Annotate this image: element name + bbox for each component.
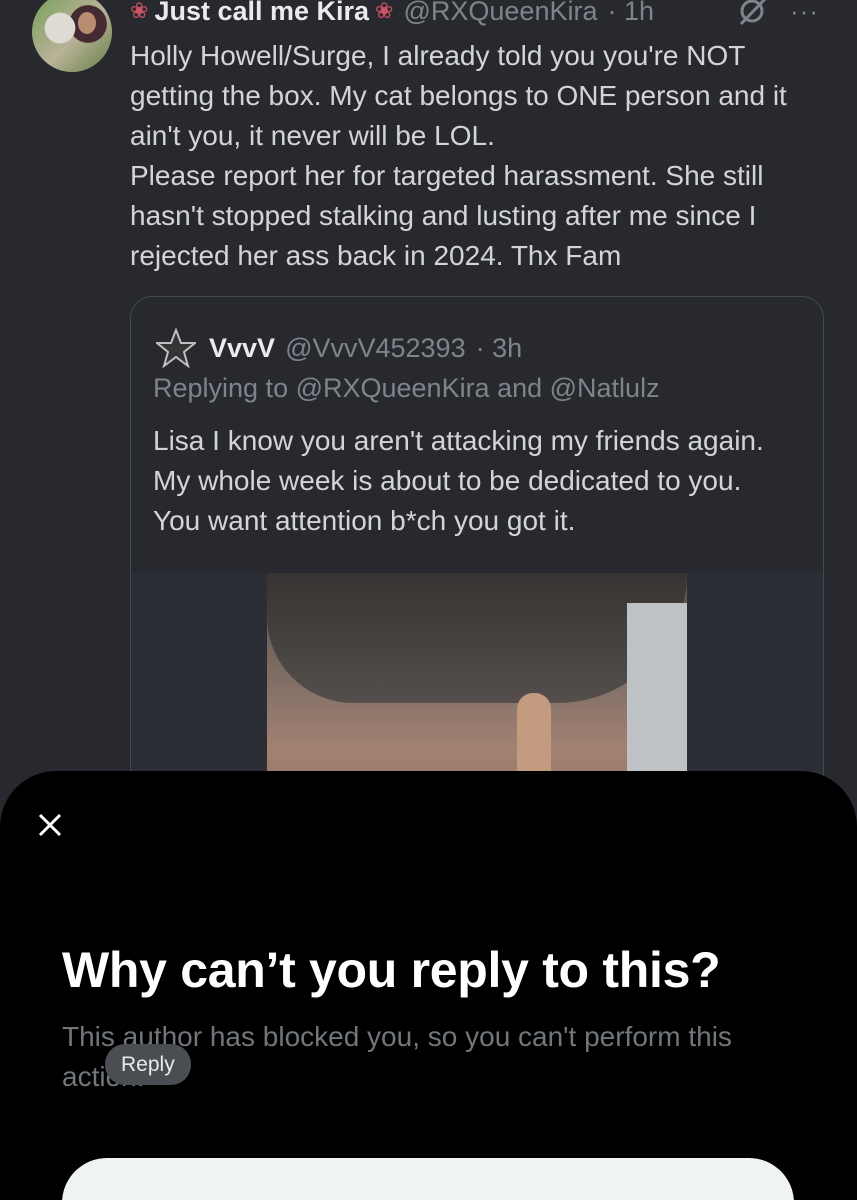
quoted-tweet-text: Lisa I know you aren't attacking my frie… (153, 425, 764, 536)
more-icon[interactable]: ··· (790, 0, 819, 27)
sheet-title: Why can’t you reply to this? (62, 942, 721, 998)
star-logo-icon (156, 328, 196, 368)
tweet-text-line: Holly Howell/Surge, I already told you y… (130, 40, 787, 151)
replying-to-line: Replying to @RXQueenKira and @Natlulz (153, 373, 660, 403)
author-handle[interactable]: @RXQueenKira (403, 0, 597, 27)
quoted-author-avatar (153, 325, 199, 371)
tweet-text-line: Please report her for targeted harassmen… (130, 160, 764, 271)
close-icon (38, 813, 62, 837)
blocked-bottom-sheet: Why can’t you reply to this? This author… (0, 771, 857, 1200)
quoted-author-name: VvvV (209, 332, 276, 363)
tweet-header: ❀ Just call me Kira ❀ @RXQueenKira · 1h (130, 0, 654, 28)
author-display-name[interactable]: ❀ Just call me Kira ❀ (130, 0, 393, 27)
author-avatar[interactable] (32, 0, 112, 72)
quoted-timestamp: · 3h (475, 332, 523, 363)
reply-tooltip: Reply (105, 1044, 191, 1085)
got-it-button[interactable]: Got it (62, 1158, 794, 1200)
grok-icon[interactable] (735, 0, 769, 26)
rose-icon: ❀ (375, 0, 394, 23)
close-button[interactable] (30, 805, 70, 845)
quoted-author-handle: @VvvV452393 (285, 332, 466, 363)
rose-icon: ❀ (130, 0, 149, 23)
quoted-tweet-header: VvvV @VvvV452393 · 3h (153, 325, 522, 371)
tweet-text: Holly Howell/Surge, I already told you y… (130, 36, 830, 276)
quoted-tweet-card[interactable]: VvvV @VvvV452393 · 3h Replying to @RXQue… (130, 296, 824, 816)
tweet-timestamp[interactable]: · 1h (607, 0, 654, 27)
